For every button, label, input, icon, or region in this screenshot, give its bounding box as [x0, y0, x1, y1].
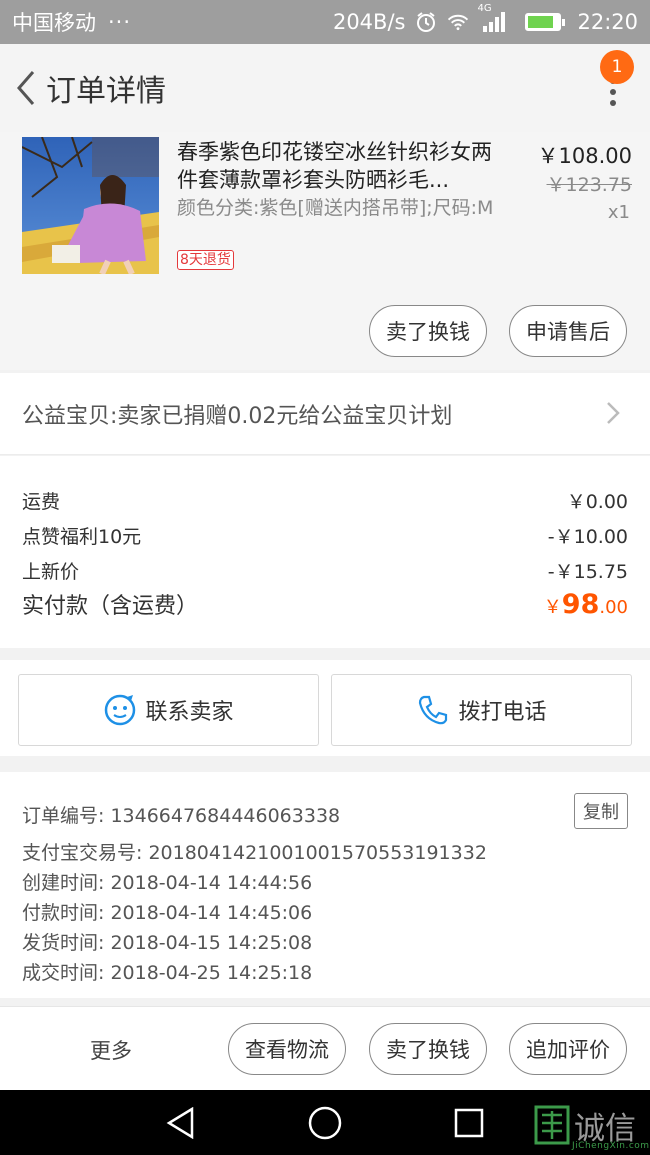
network-type: 4G	[477, 3, 492, 14]
return-policy-tag: 8天退货	[177, 250, 234, 270]
net-speed: 204B/s	[332, 10, 406, 34]
product-price: ￥108.00	[537, 144, 632, 168]
sell-for-cash-bottom-button[interactable]: 卖了换钱	[369, 1023, 487, 1075]
contact-section: 联系卖家 拨打电话	[0, 660, 650, 756]
watermark-seal-icon	[534, 1105, 570, 1145]
shipping-value: ￥0.00	[566, 491, 628, 513]
created-time: 创建时间: 2018-04-14 14:44:56	[22, 872, 313, 894]
paid-time: 付款时间: 2018-04-14 14:45:06	[22, 902, 313, 924]
fee-breakdown: 运费 ￥0.00 点赞福利10元 -￥10.00 上新价 -￥15.75 实付款…	[0, 456, 650, 648]
back-button[interactable]	[4, 58, 48, 118]
product-image[interactable]	[22, 137, 159, 274]
page-title: 订单详情	[46, 74, 166, 109]
shipped-time: 发货时间: 2018-04-15 14:25:08	[22, 932, 313, 954]
new-price-label: 上新价	[22, 561, 80, 583]
more-dot-icon	[610, 100, 616, 106]
chevron-right-icon	[607, 402, 620, 424]
alarm-icon	[415, 11, 437, 33]
call-phone-label: 拨打电话	[458, 700, 547, 725]
clock-time: 22:20	[577, 10, 638, 34]
view-logistics-button[interactable]: 查看物流	[228, 1023, 346, 1075]
watermark-logo: 诚信 JiChengXin.com	[532, 1101, 650, 1155]
status-bar: 中国移动 ··· 204B/s 4G 22:20	[0, 0, 650, 44]
circle-home-icon	[308, 1106, 342, 1140]
like-bonus-row: 点赞福利10元 -￥10.00	[22, 522, 628, 549]
carrier-name: 中国移动	[12, 11, 96, 35]
product-sku: 颜色分类:紫色[赠送内搭吊带];尺码:M	[177, 197, 494, 219]
completed-time: 成交时间: 2018-04-25 14:25:18	[22, 962, 313, 984]
signal-icon: 4G	[477, 3, 509, 33]
copy-order-number-button[interactable]: 复制	[574, 793, 628, 829]
phone-icon	[419, 695, 448, 725]
alipay-trade-number: 支付宝交易号: 2018041421001001570553191332	[22, 842, 487, 864]
notification-badge: 1	[600, 50, 634, 84]
new-price-value: -￥15.75	[547, 561, 628, 583]
top-nav-bar: 订单详情 1	[0, 44, 650, 132]
order-number: 订单编号: 1346647684446063338	[22, 805, 341, 827]
add-review-button[interactable]: 追加评价	[509, 1023, 627, 1075]
new-price-row: 上新价 -￥15.75	[22, 557, 628, 584]
watermark-subtext: JiChengXin.com	[572, 1141, 650, 1151]
total-paid-row: 实付款（含运费） ￥98.00	[22, 588, 628, 620]
total-decimal: .00	[599, 597, 628, 618]
nav-recents-button[interactable]	[452, 1106, 486, 1140]
order-info-section: 订单编号: 1346647684446063338 支付宝交易号: 201804…	[0, 772, 650, 998]
product-quantity: x1	[607, 202, 630, 223]
nav-back-button[interactable]	[164, 1106, 198, 1140]
more-dot-icon	[610, 89, 616, 95]
like-bonus-value: -￥10.00	[547, 526, 628, 548]
product-card[interactable]: 春季紫色印花镂空冰丝针织衫女两件套薄款罩衫套头防晒衫毛... 颜色分类:紫色[赠…	[0, 132, 650, 370]
battery-level-fill	[528, 16, 554, 28]
chevron-left-icon	[17, 71, 35, 105]
more-actions-button[interactable]: 更多	[90, 1035, 132, 1065]
product-original-price: ￥123.75	[546, 174, 632, 196]
charity-text: 公益宝贝:卖家已捐赠0.02元给公益宝贝计划	[22, 403, 453, 429]
product-title[interactable]: 春季紫色印花镂空冰丝针织衫女两件套薄款罩衫套头防晒衫毛...	[177, 138, 497, 194]
wifi-icon	[447, 11, 469, 33]
total-integer: 98	[561, 589, 600, 620]
square-recents-icon	[454, 1108, 484, 1138]
bottom-action-bar: 更多 查看物流 卖了换钱 追加评价	[0, 1006, 650, 1090]
total-currency: ￥	[543, 597, 562, 618]
triangle-back-icon	[166, 1107, 194, 1139]
charity-row[interactable]: 公益宝贝:卖家已捐赠0.02元给公益宝贝计划	[0, 373, 650, 455]
total-paid-label: 实付款（含运费）	[22, 594, 199, 619]
notification-dots: ···	[108, 10, 132, 34]
shipping-fee-row: 运费 ￥0.00	[22, 487, 628, 514]
nav-home-button[interactable]	[308, 1106, 342, 1140]
contact-seller-label: 联系卖家	[145, 700, 234, 725]
contact-seller-button[interactable]: 联系卖家	[18, 674, 319, 746]
sell-for-cash-button[interactable]: 卖了换钱	[369, 305, 487, 357]
battery-icon	[525, 13, 566, 31]
after-sale-button[interactable]: 申请售后	[509, 305, 627, 357]
like-bonus-label: 点赞福利10元	[22, 526, 142, 548]
chat-face-icon	[105, 694, 136, 726]
total-paid-amount: ￥98.00	[544, 589, 628, 620]
shipping-label: 运费	[22, 491, 61, 513]
call-phone-button[interactable]: 拨打电话	[331, 674, 632, 746]
